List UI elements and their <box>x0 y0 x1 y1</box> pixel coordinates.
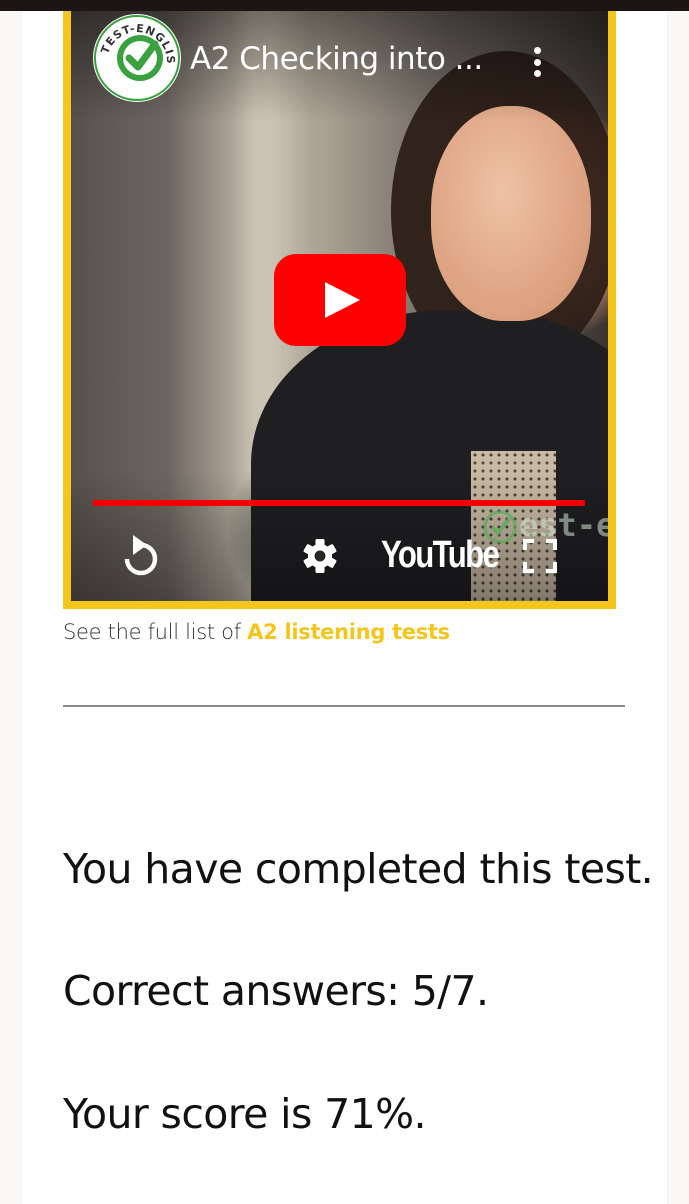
channel-logo[interactable]: TEST-ENGLISH <box>93 14 181 102</box>
score-text: Your score is 71%. <box>63 1090 427 1138</box>
settings-icon[interactable] <box>300 536 340 576</box>
more-vert-icon[interactable] <box>529 47 545 81</box>
play-icon[interactable] <box>274 254 406 346</box>
replay-icon[interactable] <box>119 531 163 579</box>
video-title[interactable]: A2 Checking into ... <box>190 41 483 77</box>
correct-answers: Correct answers: 5/7. <box>63 967 489 1015</box>
divider <box>63 705 625 707</box>
youtube-logo[interactable]: YouTube <box>381 534 500 577</box>
fullscreen-icon[interactable] <box>522 538 558 574</box>
presenter-face <box>431 106 591 321</box>
caption: See the full list of A2 listening tests <box>63 620 450 644</box>
status-bar <box>0 0 689 11</box>
video-thumbnail[interactable]: TEST-ENGLISH A2 Checking into ... <box>71 11 608 601</box>
video-player[interactable]: TEST-ENGLISH A2 Checking into ... <box>63 11 616 609</box>
completion-message: You have completed this test. <box>63 845 654 893</box>
caption-text: See the full list of <box>63 620 248 644</box>
a2-listening-tests-link[interactable]: A2 listening tests <box>247 620 450 644</box>
